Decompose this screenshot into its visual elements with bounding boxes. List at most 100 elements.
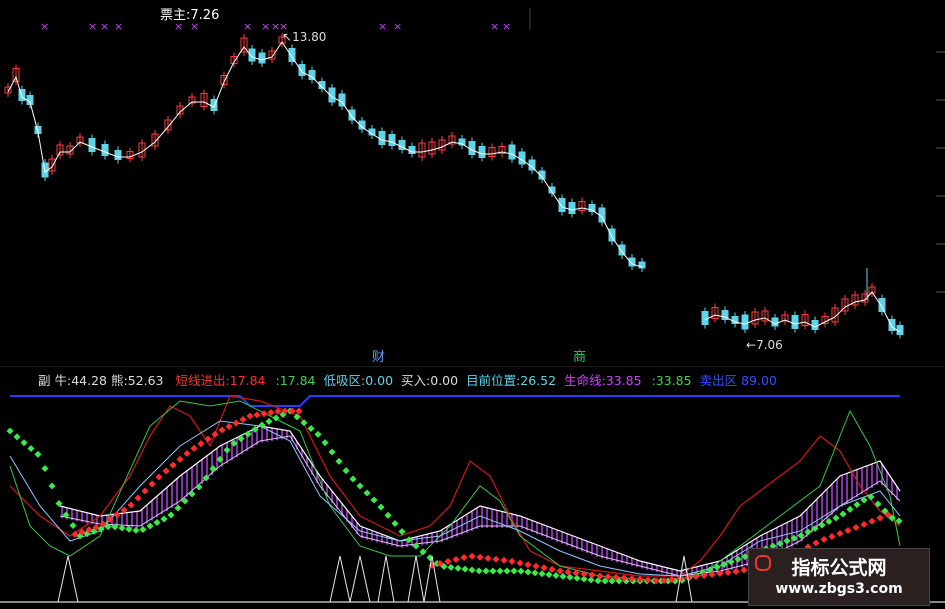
candle-body — [638, 261, 646, 269]
green-dot — [307, 424, 315, 433]
red-dot — [211, 430, 219, 438]
red-dot — [148, 480, 156, 488]
green-dot — [846, 505, 854, 513]
signal-mark: × — [261, 20, 271, 33]
watermark-badge: 指标公式网 www.zbgs3.com — [748, 548, 930, 606]
fu-label: 副 — [38, 373, 51, 388]
green-dot — [167, 511, 175, 519]
red-dot — [740, 566, 748, 574]
green-dot — [853, 501, 861, 509]
life2-value: :33.85 — [651, 373, 692, 388]
buy-spike — [407, 555, 425, 603]
green-dot — [258, 421, 266, 429]
green-dot — [132, 526, 140, 534]
red-dot — [836, 529, 844, 538]
candle-body — [88, 138, 96, 152]
niu-label: 牛: — [54, 373, 72, 388]
green-dot — [867, 493, 875, 501]
green-dot — [41, 464, 49, 473]
candle-body — [338, 93, 346, 107]
buy-spike — [349, 555, 371, 603]
candle-body — [741, 314, 749, 330]
buy-label: 买入: — [401, 373, 431, 388]
green-dot — [328, 448, 336, 456]
candle-body — [508, 144, 516, 160]
green-dot — [6, 427, 14, 435]
buy-value: 0.00 — [430, 373, 459, 388]
high-price-value: 13.80 — [292, 30, 327, 44]
green-dot — [489, 567, 497, 575]
red-dot — [225, 422, 233, 431]
signal-mark: × — [100, 20, 110, 33]
red-dot — [588, 571, 596, 579]
candle-body — [811, 320, 819, 330]
candle-body — [568, 202, 576, 214]
green-dot — [223, 446, 231, 454]
green-dot — [335, 457, 343, 465]
buy-spike — [329, 555, 351, 603]
short-label: 短线进出: — [175, 373, 230, 388]
signal-mark: × — [243, 20, 253, 33]
candle-body — [298, 64, 306, 76]
red-dot — [127, 501, 135, 509]
red-dot — [476, 553, 484, 561]
signal-mark: × — [174, 20, 184, 33]
candle-body — [608, 228, 616, 242]
pos-value: 26.52 — [520, 373, 557, 388]
signal-mark: × — [378, 20, 388, 33]
red-dot — [516, 559, 524, 567]
red-dot — [141, 487, 149, 495]
green-dot — [160, 515, 168, 523]
niu-value: 44.28 — [71, 373, 108, 388]
red-dot — [452, 555, 460, 564]
red-dot — [444, 557, 452, 566]
red-dot — [134, 494, 142, 502]
red-dot — [828, 532, 836, 541]
candle-body — [558, 198, 566, 212]
life-value: 33.85 — [605, 373, 642, 388]
red-dot — [732, 567, 740, 576]
green-dot — [804, 528, 812, 536]
green-dot — [503, 567, 511, 575]
green-dot — [468, 566, 476, 574]
red-dot — [295, 407, 303, 415]
watermark-title: 指标公式网 — [791, 557, 887, 579]
candle-body — [701, 311, 709, 325]
green-dot — [370, 496, 378, 504]
red-dot — [812, 539, 820, 547]
green-dot — [321, 439, 329, 447]
candle-body — [308, 70, 316, 80]
red-dot — [492, 555, 500, 563]
low-price-value: 7.06 — [756, 338, 783, 352]
green-dot — [69, 521, 77, 530]
red-dot — [246, 412, 254, 420]
red-dot — [876, 514, 884, 522]
green-dot — [419, 548, 427, 556]
red-dot — [820, 535, 828, 544]
red-dot — [500, 556, 508, 564]
red-dot — [197, 440, 205, 448]
red-dot — [232, 419, 240, 427]
red-dot — [260, 410, 268, 418]
red-dot — [113, 511, 121, 519]
red-dot — [468, 552, 476, 560]
red-dot — [868, 517, 876, 525]
price-chart-panel[interactable]: 票主:7.26 ↖13.80 ←7.06 财 商 × × × × × × × × × × × × × × — [0, 0, 945, 365]
red-dot — [852, 523, 860, 532]
candle-body — [258, 52, 266, 64]
candle-body — [378, 131, 386, 145]
watermark-url: www.zbgs3.com — [775, 581, 903, 597]
green-dot — [356, 482, 364, 490]
red-dot — [860, 520, 868, 528]
green-dot — [265, 417, 273, 426]
low-arrow-icon: ← — [746, 338, 757, 352]
high-price-label: ↖13.80 — [282, 30, 326, 44]
red-dot — [532, 562, 540, 570]
green-dot — [454, 564, 462, 572]
green-dot — [524, 568, 532, 576]
green-dot — [573, 574, 581, 582]
red-dot — [253, 411, 261, 419]
red-dot — [169, 461, 177, 469]
signal-mark: × — [40, 20, 50, 33]
candlestick-chart[interactable] — [0, 0, 945, 365]
